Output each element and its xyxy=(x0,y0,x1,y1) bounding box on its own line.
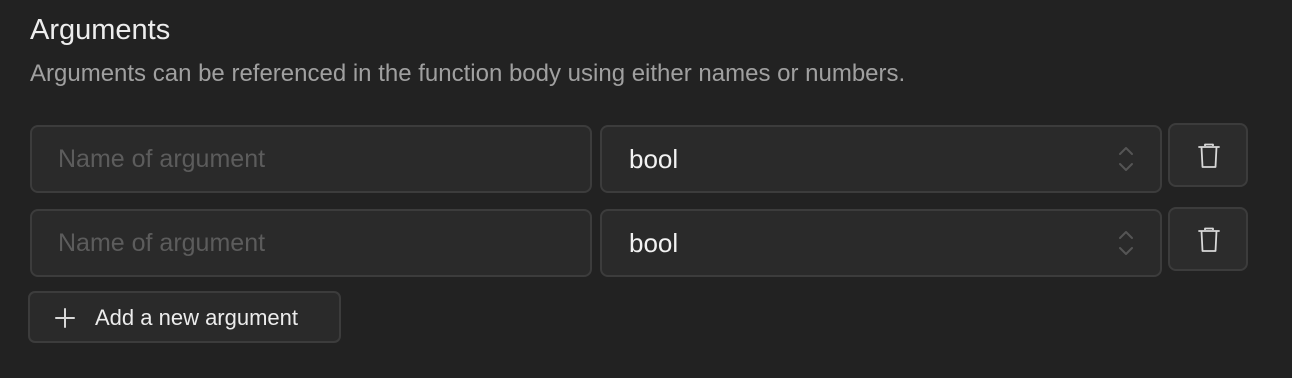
section-description: Arguments can be referenced in the funct… xyxy=(30,60,906,87)
add-argument-button[interactable]: Add a new argument xyxy=(28,291,341,343)
argument-name-input[interactable] xyxy=(30,209,592,277)
trash-icon xyxy=(1198,227,1220,252)
add-argument-label: Add a new argument xyxy=(95,305,299,330)
chevron-up-down-icon xyxy=(1119,231,1133,255)
plus-icon xyxy=(55,308,75,328)
argument-type-value: bool xyxy=(629,144,679,174)
delete-argument-button[interactable] xyxy=(1168,123,1248,187)
argument-name-input[interactable] xyxy=(30,125,592,193)
argument-type-value: bool xyxy=(629,228,679,258)
argument-type-select[interactable]: bool xyxy=(600,209,1162,277)
trash-icon xyxy=(1198,143,1220,168)
argument-row: bool xyxy=(30,123,1250,193)
section-title: Arguments xyxy=(30,14,171,46)
argument-row: bool xyxy=(30,207,1250,277)
argument-type-select[interactable]: bool xyxy=(600,125,1162,193)
delete-argument-button[interactable] xyxy=(1168,207,1248,271)
arguments-section: Arguments Arguments can be referenced in… xyxy=(0,0,1292,378)
chevron-up-down-icon xyxy=(1119,147,1133,171)
